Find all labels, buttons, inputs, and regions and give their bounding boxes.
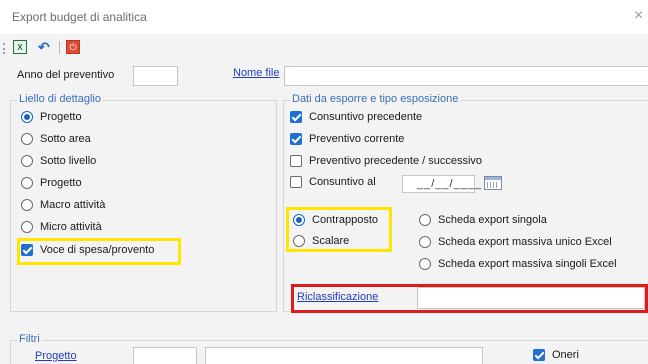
radio-icon[interactable] <box>419 258 431 271</box>
radio-icon[interactable] <box>21 133 33 146</box>
toolbar: X ↶ ⏻ <box>0 34 648 60</box>
toolbar-grip[interactable] <box>3 43 7 54</box>
export-option[interactable]: Scheda export massiva singoli Excel <box>419 258 617 274</box>
option-label: Sotto livello <box>40 155 97 168</box>
undo-icon[interactable]: ↶ <box>38 40 52 54</box>
radio-icon[interactable] <box>21 199 33 212</box>
voce-checkbox[interactable]: Voce di spesa/provento <box>21 244 154 260</box>
check-label: Preventivo corrente <box>309 133 405 146</box>
title-bar: Export budget di analitica × <box>0 0 648 34</box>
dati-group: Dati da esporre e tipo esposizione <box>283 93 648 312</box>
nome-file-link[interactable]: Nome file <box>233 67 279 79</box>
window-title: Export budget di analitica <box>12 10 147 24</box>
riclassificazione-input[interactable] <box>417 287 645 309</box>
option-label: Progetto <box>40 111 82 124</box>
livello-option[interactable]: Progetto <box>21 111 82 127</box>
option-label: Macro attività <box>40 199 106 212</box>
progetto-filter-link[interactable]: Progetto <box>35 350 77 362</box>
checkbox-checked-icon[interactable] <box>533 349 545 362</box>
check-label: Consuntivo al <box>309 176 376 189</box>
layout-option[interactable]: Scalare <box>293 235 349 251</box>
radio-icon[interactable] <box>293 235 305 248</box>
option-label: Scheda export singola <box>438 214 547 227</box>
dati-check[interactable]: Preventivo corrente <box>290 133 404 149</box>
checkbox-icon[interactable] <box>290 176 302 189</box>
export-budget-dialog: Export budget di analitica × X ↶ ⏻ Anno … <box>0 0 648 364</box>
nome-file-input[interactable] <box>284 66 648 86</box>
export-option[interactable]: Scheda export singola <box>419 214 547 230</box>
excel-export-icon[interactable]: X <box>13 40 27 54</box>
livello-option[interactable]: Macro attività <box>21 199 105 215</box>
voce-label: Voce di spesa/provento <box>40 244 155 257</box>
checkbox-icon[interactable] <box>290 155 302 168</box>
radio-icon[interactable] <box>419 236 431 249</box>
progetto-desc-input[interactable] <box>205 347 483 364</box>
dati-title: Dati da esporre e tipo esposizione <box>290 93 461 105</box>
progetto-code-input[interactable] <box>133 347 197 364</box>
power-icon[interactable]: ⏻ <box>66 40 80 54</box>
radio-icon[interactable] <box>419 214 431 227</box>
export-option[interactable]: Scheda export massiva unico Excel <box>419 236 612 252</box>
oneri-checkbox[interactable]: Oneri <box>533 349 579 364</box>
radio-icon[interactable] <box>21 221 33 234</box>
anno-input[interactable] <box>133 66 178 86</box>
dati-check[interactable]: Preventivo precedente / successivo <box>290 155 482 171</box>
anno-label: Anno del preventivo <box>17 69 115 81</box>
option-label: Scheda export massiva unico Excel <box>438 236 612 249</box>
option-label: Progetto <box>40 177 82 190</box>
livello-option[interactable]: Progetto <box>21 177 82 193</box>
dati-check[interactable]: Consuntivo al <box>290 176 376 192</box>
livello-option[interactable]: Micro attività <box>21 221 102 237</box>
filtri-title: Filtri <box>17 333 42 345</box>
calendar-icon[interactable] <box>484 176 502 190</box>
radio-icon[interactable] <box>21 155 33 168</box>
checkbox-checked-icon[interactable] <box>290 111 302 124</box>
checkbox-checked-icon[interactable] <box>21 244 33 257</box>
livello-title: Liello di dettaglio <box>17 93 103 105</box>
dati-check[interactable]: Consuntivo precedente <box>290 111 422 127</box>
toolbar-separator <box>59 41 60 54</box>
close-icon[interactable]: × <box>634 7 643 25</box>
check-label: Consuntivo precedente <box>309 111 423 124</box>
check-label: Preventivo precedente / successivo <box>309 155 483 168</box>
option-label: Contrapposto <box>312 214 379 227</box>
radio-selected-icon[interactable] <box>21 111 33 124</box>
radio-selected-icon[interactable] <box>293 214 305 227</box>
livello-option[interactable]: Sotto area <box>21 133 91 149</box>
consuntivo-date-field[interactable]: __/__/____ <box>402 175 481 193</box>
option-label: Micro attività <box>40 221 102 234</box>
option-label: Scalare <box>312 235 350 248</box>
option-label: Sotto area <box>40 133 91 146</box>
option-label: Scheda export massiva singoli Excel <box>438 258 617 271</box>
radio-icon[interactable] <box>21 177 33 190</box>
layout-option[interactable]: Contrapposto <box>293 214 378 230</box>
oneri-label: Oneri <box>552 349 579 362</box>
checkbox-checked-icon[interactable] <box>290 133 302 146</box>
livello-option[interactable]: Sotto livello <box>21 155 96 171</box>
riclassificazione-link[interactable]: Riclassificazione <box>297 291 378 303</box>
